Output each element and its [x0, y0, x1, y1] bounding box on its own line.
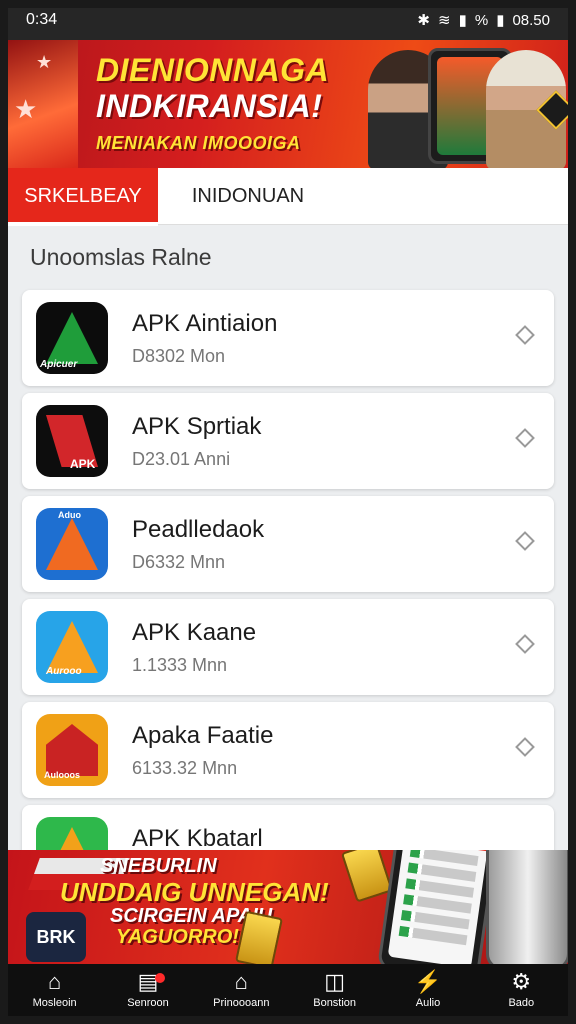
chevron-icon	[515, 325, 535, 345]
nav-label: Prinoooann	[213, 997, 270, 1009]
home-icon: ⌂	[48, 969, 62, 994]
hero-title-line2: INDKIRANSIA!	[96, 88, 323, 124]
app-meta: D23.01 Anni	[132, 449, 231, 469]
section-title: Unoomslas Ralne	[30, 244, 212, 270]
hero-subtitle: MENIAKAN IMOOOIGA	[96, 133, 301, 153]
app-name: APK Aintiaion	[132, 310, 278, 337]
chevron-icon	[515, 634, 535, 654]
app-list-item[interactable]: Aulooos Apaka Faatie 6133.32 Mnn	[22, 702, 554, 798]
hero-banner[interactable]: ★ ★ DIENIONNAGA INDKIRANSIA! MENIAKAN IM…	[8, 40, 568, 168]
app-list-item[interactable]: Aurooo APK Kaane 1.1333 Mnn	[22, 599, 554, 695]
app-name: APK Kaane	[132, 619, 257, 646]
battery-icon: ▮	[496, 12, 505, 29]
hero-title: DIENIONNAGA INDKIRANSIA! MENIAKAN IMOOOI…	[96, 54, 396, 152]
app-icon: Aurooo	[36, 611, 108, 683]
app-name: APK Kbatarl	[132, 825, 263, 852]
app-list-item[interactable]: Apicuer APK Aintiaion D8302 Mon	[22, 290, 554, 386]
app-list-item[interactable]: Aduo Peadlledaok D6332 Mnn	[22, 496, 554, 592]
nav-label: Bado	[508, 997, 535, 1009]
app-icon-label: Aurooo	[46, 666, 82, 677]
nav-item-home[interactable]: ⌂ Mosleoin	[10, 969, 100, 1010]
nav-item-compass[interactable]: ◫ Bonstion	[290, 969, 380, 1010]
nav-label: Bonstion	[313, 997, 357, 1009]
promo-app-icon: BRK	[26, 912, 86, 962]
app-list-item[interactable]: APK APK Sprtiak D23.01 Anni	[22, 393, 554, 489]
nav-item-store[interactable]: ▤ Senroon	[103, 971, 193, 1010]
star-icon: ★	[14, 94, 38, 124]
tab-second-label: INIDONUAN	[191, 184, 305, 207]
nav-item-audio[interactable]: ⚡ Aulio	[383, 969, 473, 1010]
flash-icon: ⚡	[414, 969, 442, 994]
nav-label: Aulio	[415, 997, 441, 1009]
app-meta: D6332 Mnn	[132, 552, 226, 572]
tab-first-label: SRKELBEAY	[24, 184, 142, 207]
bottom-nav: ⌂ Mosleoin ▤ Senroon ⌂ Prinoooann ◫ Bons…	[8, 964, 568, 1016]
promo-line2: UNDDAIG UNNEGAN!	[60, 876, 329, 907]
tab-second[interactable]: INIDONUAN	[158, 168, 338, 224]
battery-percent: %	[474, 11, 489, 29]
app-icon-label: Apicuer	[40, 359, 78, 370]
app-icon-label: Aulooos	[44, 770, 80, 780]
settings-icon: ⚙	[511, 969, 532, 994]
promo-text: SNEBURLIN UNDDAIG UNNEGAN! SCIRGEIN APAI…	[60, 855, 390, 949]
app-icon: Aduo	[36, 508, 108, 580]
app-name: Apaka Faatie	[132, 722, 274, 749]
app-icon: Aulooos	[36, 714, 108, 786]
notification-dot	[154, 973, 165, 983]
app-icon: Apicuer	[36, 302, 108, 374]
signal-icon: ▮	[458, 12, 467, 29]
app-name: APK Sprtiak	[132, 413, 262, 440]
status-clock: 08.50	[512, 11, 550, 29]
promo-banner[interactable]: SNEBURLIN UNDDAIG UNNEGAN! SCIRGEIN APAI…	[8, 850, 568, 964]
compass-icon: ◫	[324, 969, 346, 994]
building-icon: ⌂	[234, 969, 248, 994]
chevron-icon	[515, 428, 535, 448]
app-meta: 1.1333 Mnn	[132, 655, 228, 675]
nav-item-settings[interactable]: ⚙ Bado	[476, 969, 566, 1010]
status-time-left: 0:34	[26, 11, 58, 28]
status-bar: 0:34 ✱ ≋ ▮ % ▮ 08.50	[0, 0, 576, 40]
app-icon-label: APK	[70, 457, 96, 471]
nav-label: Mosleoin	[32, 997, 77, 1009]
tab-first[interactable]: SRKELBEAY	[8, 168, 158, 226]
star-icon: ★	[36, 52, 53, 72]
app-icon: APK	[36, 405, 108, 477]
bluetooth-icon: ✱	[417, 12, 430, 29]
app-meta: 6133.32 Mnn	[132, 758, 238, 778]
chevron-icon	[515, 531, 535, 551]
app-icon-label: Aduo	[58, 510, 81, 520]
tab-bar: SRKELBEAY INIDONUAN	[8, 168, 568, 226]
nav-label: Senroon	[127, 997, 169, 1009]
promo-device-image	[486, 850, 568, 964]
app-name: Peadlledaok	[132, 516, 265, 543]
promo-phone-image	[376, 850, 502, 964]
nav-item-building[interactable]: ⌂ Prinoooann	[196, 969, 286, 1010]
status-icons: ✱ ≋ ▮ % ▮ 08.50	[417, 11, 550, 30]
hero-title-line1: DIENIONNAGA	[96, 52, 330, 88]
wifi-icon: ≋	[438, 12, 451, 29]
app-meta: D8302 Mon	[132, 346, 226, 366]
chevron-icon	[515, 737, 535, 757]
